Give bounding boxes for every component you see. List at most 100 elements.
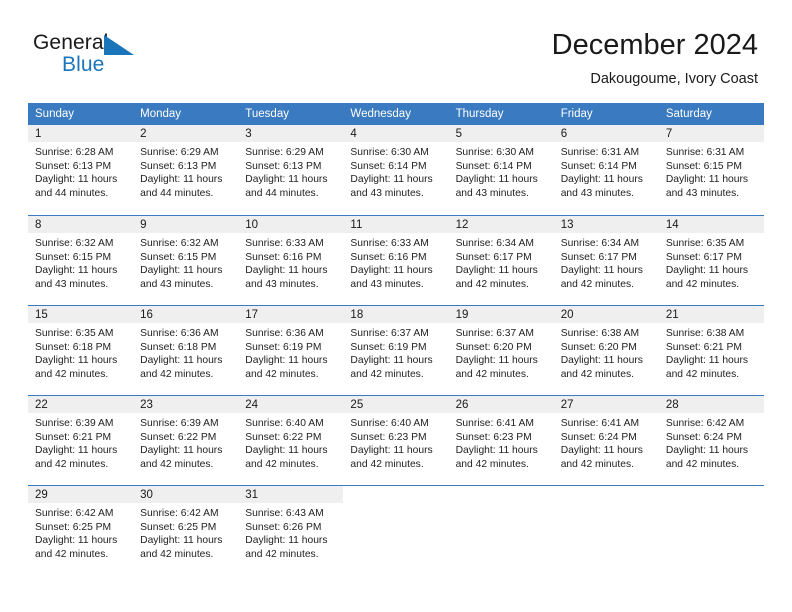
daylight-text-line1: Daylight: 11 hours [455, 265, 538, 277]
sunset-text: Sunset: 6:23 PM [455, 431, 532, 443]
sunset-text: Sunset: 6:16 PM [245, 251, 322, 263]
daylight-text-line2: and 42 minutes. [35, 458, 109, 470]
daylight-text-line1: Daylight: 11 hours [560, 445, 643, 457]
sunset-text: Sunset: 6:13 PM [245, 160, 322, 172]
sunset-text: Sunset: 6:25 PM [140, 521, 217, 533]
daylight-text-line2: and 43 minutes. [560, 187, 634, 199]
sunset-text: Sunset: 6:22 PM [140, 431, 217, 443]
day-details: Sunrise: 6:42 AM Sunset: 6:24 PM Daylight:… [659, 413, 764, 471]
day-cell-content[interactable]: 30 Sunrise: 6:42 AM Sunset: 6:25 PM Dayligh… [133, 485, 239, 575]
daylight-text-line2: and 43 minutes. [350, 278, 424, 290]
daylight-text-line2: and 43 minutes. [350, 187, 424, 199]
calendar-day-cell: 10 Sunrise: 6:33 AM Sunset: 6:16 PM Dayligh… [238, 215, 344, 305]
day-cell-content[interactable]: 27 Sunrise: 6:41 AM Sunset: 6:24 PM Dayligh… [553, 395, 659, 485]
day-details: Sunrise: 6:37 AM Sunset: 6:19 PM Daylight:… [343, 323, 448, 381]
day-details: Sunrise: 6:43 AM Sunset: 6:26 PM Daylight:… [238, 503, 343, 561]
sunset-text: Sunset: 6:19 PM [350, 341, 427, 353]
calendar-body: 1 Sunrise: 6:28 AM Sunset: 6:13 PM Daylight… [28, 125, 764, 575]
daylight-text-line1: Daylight: 11 hours [140, 535, 223, 547]
day-cell-content[interactable]: 10 Sunrise: 6:33 AM Sunset: 6:16 PM Dayligh… [238, 215, 344, 305]
day-cell-content[interactable]: 29 Sunrise: 6:42 AM Sunset: 6:25 PM Dayligh… [28, 485, 134, 575]
calendar-day-cell: 14 Sunrise: 6:35 AM Sunset: 6:17 PM Dayligh… [658, 215, 764, 305]
day-cell-content [553, 485, 659, 575]
day-cell-content[interactable]: 22 Sunrise: 6:39 AM Sunset: 6:21 PM Dayligh… [28, 395, 134, 485]
day-cell-content[interactable]: 3 Sunrise: 6:29 AM Sunset: 6:13 PM Daylight… [238, 125, 344, 215]
day-number: 5 [448, 125, 554, 142]
day-details: Sunrise: 6:41 AM Sunset: 6:23 PM Daylight:… [449, 413, 554, 471]
calendar-day-cell: 12 Sunrise: 6:34 AM Sunset: 6:17 PM Dayligh… [448, 215, 554, 305]
sunrise-text: Sunrise: 6:40 AM [350, 418, 429, 429]
day-cell-content[interactable]: 2 Sunrise: 6:29 AM Sunset: 6:13 PM Daylight… [133, 125, 239, 215]
day-details: Sunrise: 6:29 AM Sunset: 6:13 PM Daylight:… [133, 142, 238, 200]
day-cell-content[interactable]: 18 Sunrise: 6:37 AM Sunset: 6:19 PM Dayligh… [343, 305, 449, 395]
daylight-text-line2: and 42 minutes. [665, 278, 740, 290]
title-block: December 2024 Dakougoume, Ivory Coast [552, 28, 758, 89]
day-cell-content[interactable]: 9 Sunrise: 6:32 AM Sunset: 6:15 PM Daylight… [133, 215, 239, 305]
sunset-text: Sunset: 6:17 PM [665, 251, 742, 263]
day-cell-content[interactable]: 8 Sunrise: 6:32 AM Sunset: 6:15 PM Daylight… [28, 215, 134, 305]
day-cell-content[interactable]: 1 Sunrise: 6:28 AM Sunset: 6:13 PM Daylight… [28, 125, 134, 215]
day-details: Sunrise: 6:33 AM Sunset: 6:16 PM Daylight:… [343, 233, 448, 291]
daylight-text-line1: Daylight: 11 hours [455, 355, 538, 367]
day-cell-content[interactable]: 13 Sunrise: 6:34 AM Sunset: 6:17 PM Dayligh… [553, 215, 659, 305]
weekday-header-friday: Friday [553, 103, 659, 125]
day-cell-content[interactable]: 26 Sunrise: 6:41 AM Sunset: 6:23 PM Dayligh… [448, 395, 554, 485]
day-cell-content[interactable]: 24 Sunrise: 6:40 AM Sunset: 6:22 PM Dayligh… [238, 395, 344, 485]
day-cell-content[interactable]: 17 Sunrise: 6:36 AM Sunset: 6:19 PM Dayligh… [238, 305, 344, 395]
daylight-text-line2: and 42 minutes. [665, 458, 740, 470]
calendar-day-cell [553, 485, 659, 575]
daylight-text-line2: and 42 minutes. [665, 368, 740, 380]
day-cell-content[interactable]: 31 Sunrise: 6:43 AM Sunset: 6:26 PM Dayligh… [238, 485, 344, 575]
calendar-day-cell: 8 Sunrise: 6:32 AM Sunset: 6:15 PM Daylight… [28, 215, 134, 305]
calendar-day-cell: 13 Sunrise: 6:34 AM Sunset: 6:17 PM Dayligh… [553, 215, 659, 305]
day-cell-content[interactable]: 14 Sunrise: 6:35 AM Sunset: 6:17 PM Dayligh… [658, 215, 764, 305]
sunrise-text: Sunrise: 6:35 AM [35, 328, 114, 339]
calendar-week-row: 29 Sunrise: 6:42 AM Sunset: 6:25 PM Dayligh… [28, 485, 764, 575]
sunset-text: Sunset: 6:15 PM [665, 160, 742, 172]
day-cell-content[interactable]: 28 Sunrise: 6:42 AM Sunset: 6:24 PM Dayligh… [658, 395, 764, 485]
day-details: Sunrise: 6:33 AM Sunset: 6:16 PM Daylight:… [238, 233, 343, 291]
day-details: Sunrise: 6:40 AM Sunset: 6:22 PM Daylight:… [238, 413, 343, 471]
calendar-day-cell [343, 485, 449, 575]
daylight-text-line2: and 43 minutes. [455, 187, 529, 199]
day-cell-content[interactable]: 7 Sunrise: 6:31 AM Sunset: 6:15 PM Daylight… [658, 125, 764, 215]
calendar-day-cell: 26 Sunrise: 6:41 AM Sunset: 6:23 PM Dayligh… [448, 395, 554, 485]
day-number: 8 [28, 216, 134, 233]
sunrise-text: Sunrise: 6:31 AM [560, 147, 640, 158]
calendar-header-row: Sunday Monday Tuesday Wednesday Thursday… [28, 103, 764, 125]
sunrise-text: Sunrise: 6:35 AM [665, 238, 745, 249]
calendar-day-cell: 17 Sunrise: 6:36 AM Sunset: 6:19 PM Dayligh… [238, 305, 344, 395]
day-cell-content[interactable]: 12 Sunrise: 6:34 AM Sunset: 6:17 PM Dayligh… [448, 215, 554, 305]
sunset-text: Sunset: 6:18 PM [140, 341, 217, 353]
day-details: Sunrise: 6:36 AM Sunset: 6:19 PM Daylight:… [238, 323, 343, 381]
day-cell-content[interactable]: 16 Sunrise: 6:36 AM Sunset: 6:18 PM Dayligh… [133, 305, 239, 395]
day-cell-content[interactable]: 19 Sunrise: 6:37 AM Sunset: 6:20 PM Dayligh… [448, 305, 554, 395]
sunrise-text: Sunrise: 6:37 AM [455, 328, 534, 339]
calendar-day-cell: 24 Sunrise: 6:40 AM Sunset: 6:22 PM Dayligh… [238, 395, 344, 485]
day-cell-content[interactable]: 15 Sunrise: 6:35 AM Sunset: 6:18 PM Dayligh… [28, 305, 134, 395]
daylight-text-line2: and 43 minutes. [140, 278, 214, 290]
day-number: 10 [238, 216, 344, 233]
day-cell-content[interactable]: 23 Sunrise: 6:39 AM Sunset: 6:22 PM Dayligh… [133, 395, 239, 485]
day-number: 15 [28, 306, 134, 323]
day-cell-content[interactable]: 25 Sunrise: 6:40 AM Sunset: 6:23 PM Dayligh… [343, 395, 449, 485]
day-cell-content[interactable]: 21 Sunrise: 6:38 AM Sunset: 6:21 PM Dayligh… [658, 305, 764, 395]
calendar-day-cell: 6 Sunrise: 6:31 AM Sunset: 6:14 PM Daylight… [553, 125, 659, 215]
day-cell-content[interactable]: 4 Sunrise: 6:30 AM Sunset: 6:14 PM Daylight… [343, 125, 449, 215]
daylight-text-line1: Daylight: 11 hours [140, 265, 223, 277]
day-cell-content[interactable]: 6 Sunrise: 6:31 AM Sunset: 6:14 PM Daylight… [553, 125, 659, 215]
day-number: 19 [448, 306, 554, 323]
sunrise-text: Sunrise: 6:43 AM [245, 508, 324, 519]
day-cell-content[interactable]: 5 Sunrise: 6:30 AM Sunset: 6:14 PM Daylight… [448, 125, 554, 215]
day-cell-content[interactable]: 20 Sunrise: 6:38 AM Sunset: 6:20 PM Dayligh… [553, 305, 659, 395]
daylight-text-line1: Daylight: 11 hours [35, 355, 118, 367]
calendar-day-cell: 28 Sunrise: 6:42 AM Sunset: 6:24 PM Dayligh… [658, 395, 764, 485]
brand-logo[interactable]: General Blue [33, 31, 263, 83]
day-number [554, 486, 659, 503]
daylight-text-line1: Daylight: 11 hours [350, 355, 433, 367]
day-cell-content[interactable]: 11 Sunrise: 6:33 AM Sunset: 6:16 PM Dayligh… [343, 215, 449, 305]
weekday-header-monday: Monday [133, 103, 239, 125]
calendar-day-cell: 20 Sunrise: 6:38 AM Sunset: 6:20 PM Dayligh… [553, 305, 659, 395]
calendar-day-cell: 16 Sunrise: 6:36 AM Sunset: 6:18 PM Dayligh… [133, 305, 239, 395]
daylight-text-line2: and 42 minutes. [140, 548, 214, 560]
